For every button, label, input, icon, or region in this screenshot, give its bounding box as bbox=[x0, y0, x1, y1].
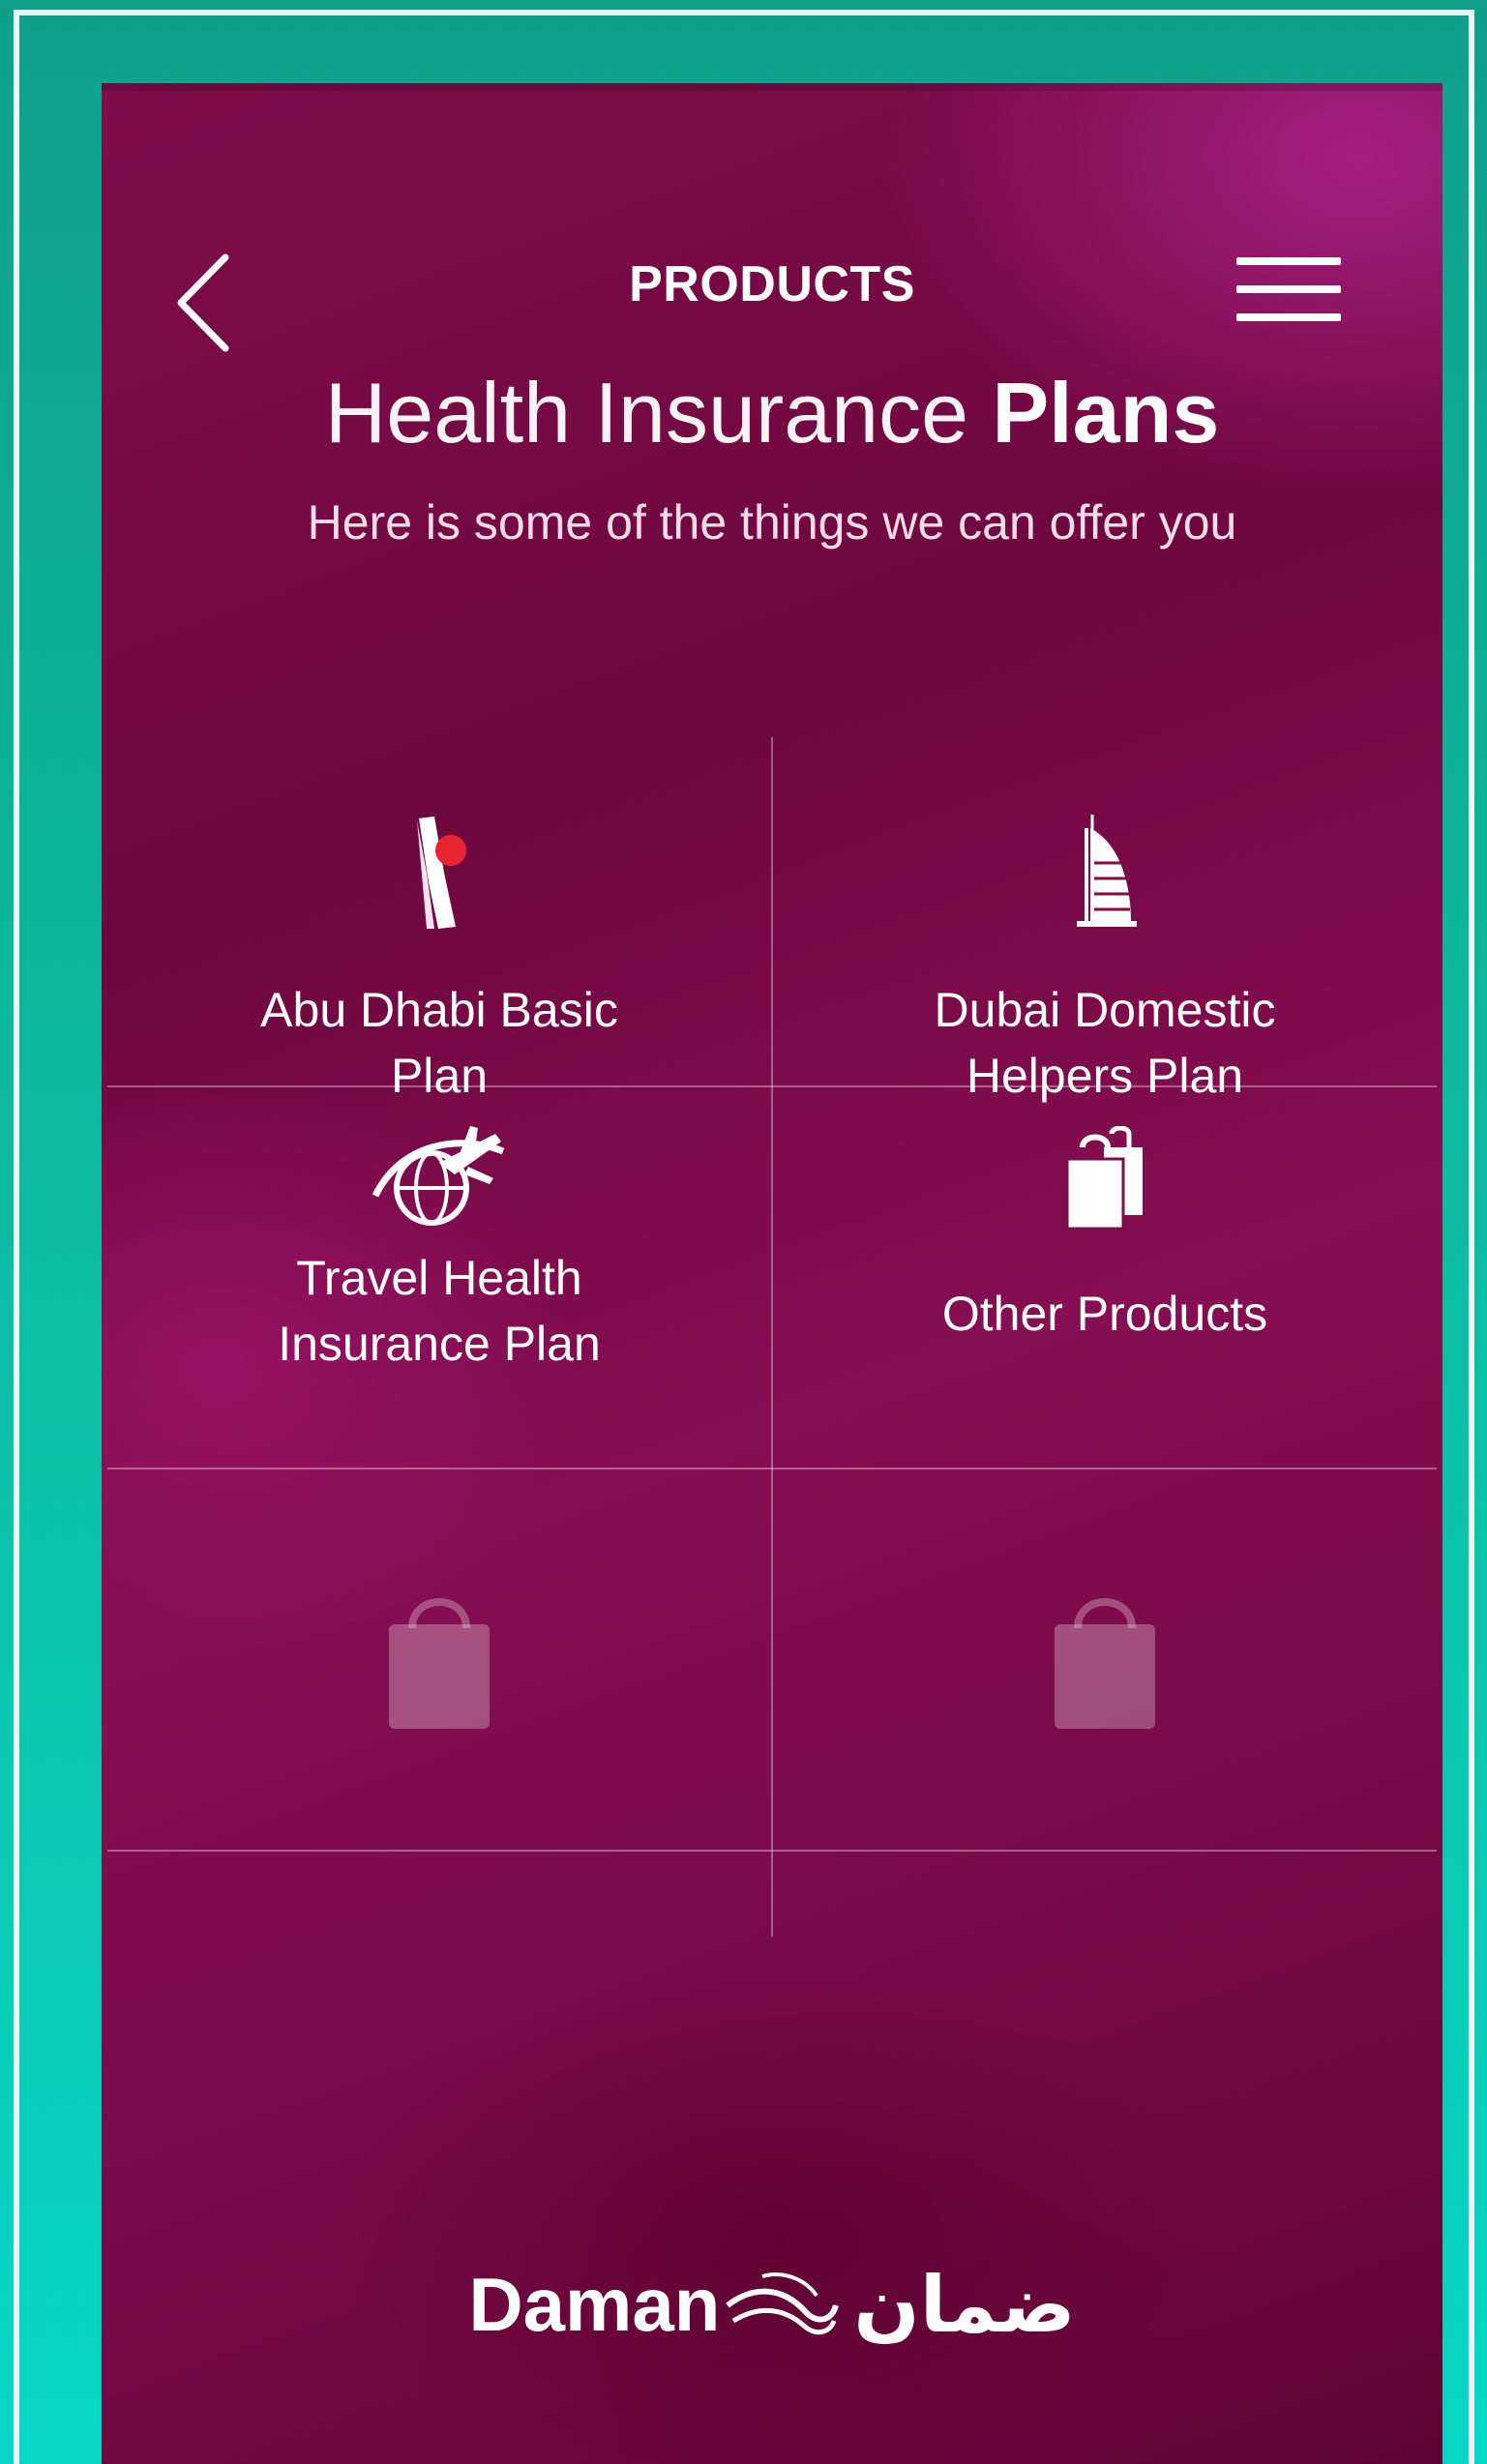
brand-name-arabic: ضمان bbox=[853, 2260, 1076, 2350]
hamburger-bar bbox=[1236, 285, 1341, 293]
tile-travel-health-insurance-plan[interactable]: Travel Health Insurance Plan bbox=[107, 1087, 771, 1468]
daman-logo: Daman ضمان bbox=[102, 2260, 1442, 2350]
tile-dubai-domestic-helpers-plan[interactable]: Dubai Domestic Helpers Plan bbox=[773, 737, 1437, 1103]
tile-label-line1: Other Products bbox=[941, 1287, 1268, 1341]
tile-other-products[interactable]: Other Products bbox=[773, 1087, 1437, 1468]
app-screen: PRODUCTS Health Insurance Plans Here is … bbox=[102, 83, 1442, 2464]
page-title: Health Insurance Plans bbox=[102, 364, 1442, 462]
status-strip bbox=[102, 83, 1442, 91]
locked-bag-icon bbox=[107, 1586, 771, 1731]
tile-abu-dhabi-basic-plan[interactable]: Abu Dhabi Basic Plan bbox=[107, 737, 771, 1103]
abu-dhabi-landmark-icon bbox=[107, 815, 771, 931]
tile-label-line1: Travel Health bbox=[296, 1251, 582, 1305]
tile-label-line1: Dubai Domestic bbox=[934, 983, 1276, 1037]
page-title-bold: Plans bbox=[992, 365, 1220, 460]
top-bar: PRODUCTS bbox=[102, 199, 1442, 383]
shopping-bags-icon bbox=[773, 1126, 1437, 1232]
page-title-light: Health Insurance bbox=[324, 365, 969, 460]
tile-locked-product bbox=[773, 1469, 1437, 1850]
globe-airplane-icon bbox=[107, 1124, 771, 1232]
tile-label-line2: Insurance Plan bbox=[278, 1317, 601, 1371]
brand-name-english: Daman bbox=[468, 2262, 721, 2347]
wave-logo-icon bbox=[726, 2271, 840, 2334]
grid-divider bbox=[107, 1850, 1437, 1852]
locked-bag-icon bbox=[773, 1586, 1437, 1731]
tile-locked-product bbox=[107, 1469, 771, 1850]
page-subtitle: Here is some of the things we can offer … bbox=[307, 495, 1237, 549]
hamburger-bar bbox=[1236, 313, 1341, 321]
tile-label-line1: Abu Dhabi Basic bbox=[260, 983, 618, 1037]
products-grid: Abu Dhabi Basic Plan Dubai Domestic Help… bbox=[107, 737, 1437, 1937]
burj-al-arab-icon bbox=[773, 815, 1437, 931]
menu-button[interactable] bbox=[1236, 257, 1341, 325]
hamburger-menu-icon bbox=[1236, 257, 1341, 265]
